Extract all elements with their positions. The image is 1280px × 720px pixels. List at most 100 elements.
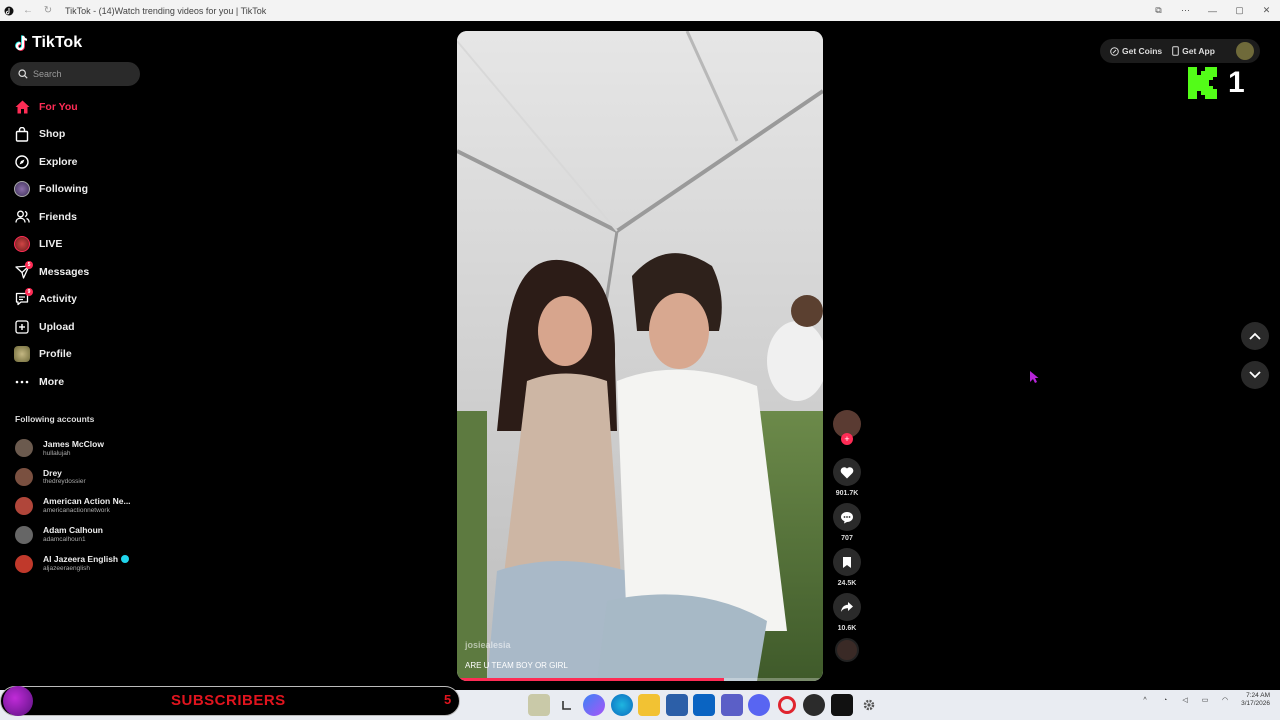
nav-activity[interactable]: 9 Activity <box>0 286 150 314</box>
tiktok-note-icon <box>15 34 28 51</box>
share-arrow-icon <box>841 602 853 612</box>
kick-counter-overlay: 1 <box>1188 66 1245 100</box>
account-handle: aljazeeraenglish <box>43 564 90 572</box>
avatar <box>15 496 33 515</box>
account-item[interactable]: Al Jazeera English aljazeeraenglish <box>15 549 150 578</box>
music-disc-icon[interactable] <box>835 638 859 662</box>
nav-shop[interactable]: Shop <box>0 121 150 149</box>
top-right-actions: Get Coins Get App <box>1100 39 1260 63</box>
like-count: 901.7K <box>835 490 859 497</box>
opera-icon[interactable] <box>777 696 796 714</box>
nav-friends[interactable]: Friends <box>0 203 150 231</box>
scroll-down-button[interactable] <box>1241 361 1269 389</box>
nav-following[interactable]: Following <box>0 176 150 204</box>
account-handle: hullalujah <box>43 449 71 457</box>
tiktok-tab-icon <box>3 5 15 17</box>
get-coins-button[interactable]: Get Coins <box>1110 46 1162 56</box>
search-input[interactable] <box>33 69 123 79</box>
outlook-icon[interactable] <box>693 694 715 716</box>
terminal-icon[interactable] <box>556 694 578 716</box>
menu-dots-icon[interactable]: ⋯ <box>1172 5 1199 16</box>
maximize-button[interactable]: ▢ <box>1226 5 1253 16</box>
copilot-icon[interactable] <box>583 694 605 716</box>
nav-label: Upload <box>39 320 75 333</box>
comment-count: 707 <box>841 535 853 542</box>
streamer-avatar <box>3 686 33 716</box>
video-frame <box>457 31 823 681</box>
tiktok-logo[interactable]: TikTok <box>14 34 82 52</box>
get-app-button[interactable]: Get App <box>1172 46 1215 56</box>
tiktok-taskbar-icon[interactable] <box>830 694 853 716</box>
nav-more[interactable]: More <box>0 368 150 396</box>
messages-icon: 5 <box>14 260 33 280</box>
account-name: James McClow <box>43 438 104 449</box>
nav-profile[interactable]: Profile <box>0 341 150 369</box>
share-button[interactable] <box>833 593 861 621</box>
wifi-icon[interactable]: ◠ <box>1219 694 1231 706</box>
widgets-icon[interactable] <box>528 694 550 716</box>
account-item[interactable]: Adam Calhoun adamcalhoun1 <box>15 520 150 549</box>
nav-label: Friends <box>39 210 77 223</box>
teams-icon[interactable] <box>720 694 743 716</box>
clock-time: 7:24 AM <box>1246 692 1270 699</box>
account-handle: thedreydossier <box>43 478 86 486</box>
save-action[interactable]: 24.5K <box>833 548 861 587</box>
obs-icon[interactable] <box>803 694 825 716</box>
nav-explore[interactable]: Explore <box>0 148 150 176</box>
nav-label: Following <box>39 183 88 196</box>
nav-messages[interactable]: 5 Messages <box>0 258 150 286</box>
chevron-down-icon <box>1249 371 1261 379</box>
back-icon[interactable]: ← <box>21 4 35 18</box>
get-coins-label: Get Coins <box>1122 46 1163 56</box>
taskbar-clock[interactable]: 7:24 AM 3/17/2026 <box>1241 692 1270 709</box>
save-button[interactable] <box>833 548 861 576</box>
like-button[interactable] <box>833 458 861 486</box>
nav-live[interactable]: LIVE <box>0 231 150 259</box>
discord-icon[interactable] <box>748 694 770 716</box>
search-box[interactable] <box>10 62 140 86</box>
nav-label: Explore <box>39 155 78 168</box>
subscribers-overlay: SUBSCRIBERS 5 <box>0 686 460 716</box>
profile-avatar[interactable] <box>1236 42 1254 60</box>
speaker-icon[interactable]: ◁ <box>1179 694 1191 706</box>
upload-icon <box>14 319 30 335</box>
install-app-icon[interactable]: ⧉ <box>1145 5 1172 16</box>
creator-avatar[interactable]: + <box>833 410 861 445</box>
account-item[interactable]: James McClow hullalujah <box>15 434 150 463</box>
comment-button[interactable] <box>833 503 861 531</box>
account-handle: americanactionnetwork <box>43 507 110 515</box>
video-progress-bar[interactable] <box>457 678 823 681</box>
video-username[interactable]: josiealesia <box>465 640 511 650</box>
like-action[interactable]: 901.7K <box>833 458 861 497</box>
phone-icon <box>1172 46 1179 56</box>
comment-action[interactable]: 707 <box>833 503 861 542</box>
nav-for-you[interactable]: For You <box>0 93 150 121</box>
coin-icon <box>1110 46 1119 56</box>
account-item[interactable]: American Action Ne... americanactionnetwo… <box>15 492 150 521</box>
nav-label: Shop <box>39 128 66 141</box>
chevron-up-tray-icon[interactable]: ^ <box>1139 694 1151 706</box>
share-count: 10.6K <box>837 625 857 632</box>
search-icon <box>18 69 28 79</box>
share-action[interactable]: 10.6K <box>833 593 861 632</box>
kick-count: 1 <box>1228 66 1245 99</box>
scroll-up-button[interactable] <box>1241 322 1269 350</box>
minimize-button[interactable]: — <box>1199 6 1226 16</box>
settings-icon[interactable] <box>858 694 880 716</box>
close-button[interactable]: ✕ <box>1253 5 1280 16</box>
account-name: Drey <box>43 467 62 478</box>
account-item[interactable]: Drey thedreydossier <box>15 463 150 492</box>
network-icon[interactable]: ◔ <box>1159 694 1171 706</box>
edge-icon[interactable] <box>610 694 633 716</box>
follow-plus-icon[interactable]: + <box>841 433 853 445</box>
avatar <box>15 554 33 573</box>
account-name: Al Jazeera English <box>43 554 130 565</box>
following-accounts-list: James McClow hullalujah Drey thedreydossie… <box>15 434 150 578</box>
calculator-icon[interactable] <box>665 694 688 716</box>
video-player[interactable]: josiealesia ARE U TEAM BOY OR GIRL <box>457 31 823 681</box>
battery-icon[interactable]: ▭ <box>1199 694 1211 706</box>
subscribers-label: SUBSCRIBERS <box>171 692 286 709</box>
nav-upload[interactable]: Upload <box>0 313 150 341</box>
file-explorer-icon[interactable] <box>638 694 660 716</box>
refresh-icon[interactable]: ↻ <box>41 4 55 18</box>
